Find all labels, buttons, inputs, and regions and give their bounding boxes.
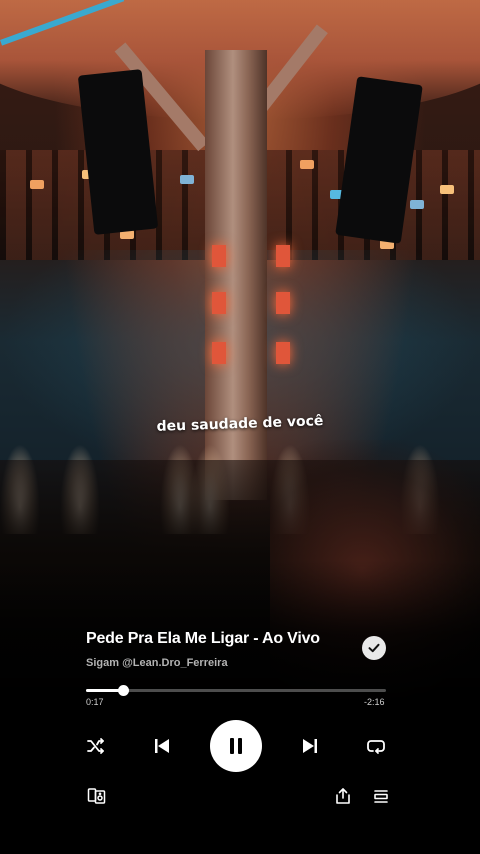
shuffle-icon[interactable] <box>84 734 108 758</box>
elapsed-time: 0:17 <box>86 697 104 707</box>
remaining-time: -2:16 <box>364 697 385 707</box>
progress-bar[interactable] <box>86 685 386 696</box>
red-light <box>276 245 290 267</box>
pause-button[interactable] <box>210 720 262 772</box>
red-light <box>212 292 226 314</box>
red-light <box>276 292 290 314</box>
red-light <box>212 342 226 364</box>
bottom-gradient <box>0 560 480 854</box>
liked-check-icon[interactable] <box>362 636 386 660</box>
red-light <box>212 245 226 267</box>
stage-light <box>410 200 424 209</box>
stage-light <box>30 180 44 189</box>
connect-device-icon[interactable] <box>86 786 108 806</box>
track-artist[interactable]: Sigam @Lean.Dro_Ferreira <box>86 657 228 669</box>
progress-handle[interactable] <box>117 685 129 696</box>
stage-light <box>300 160 314 169</box>
skip-next-icon[interactable] <box>298 734 322 758</box>
pause-icon <box>226 736 246 756</box>
stage-light <box>440 185 454 194</box>
stage-light <box>180 175 194 184</box>
red-light <box>276 342 290 364</box>
skip-previous-icon[interactable] <box>150 734 174 758</box>
repeat-icon[interactable] <box>364 734 388 758</box>
queue-icon[interactable] <box>370 785 392 807</box>
share-icon[interactable] <box>332 785 354 807</box>
track-title[interactable]: Pede Pra Ela Me Ligar - Ao Vivo <box>86 630 320 648</box>
